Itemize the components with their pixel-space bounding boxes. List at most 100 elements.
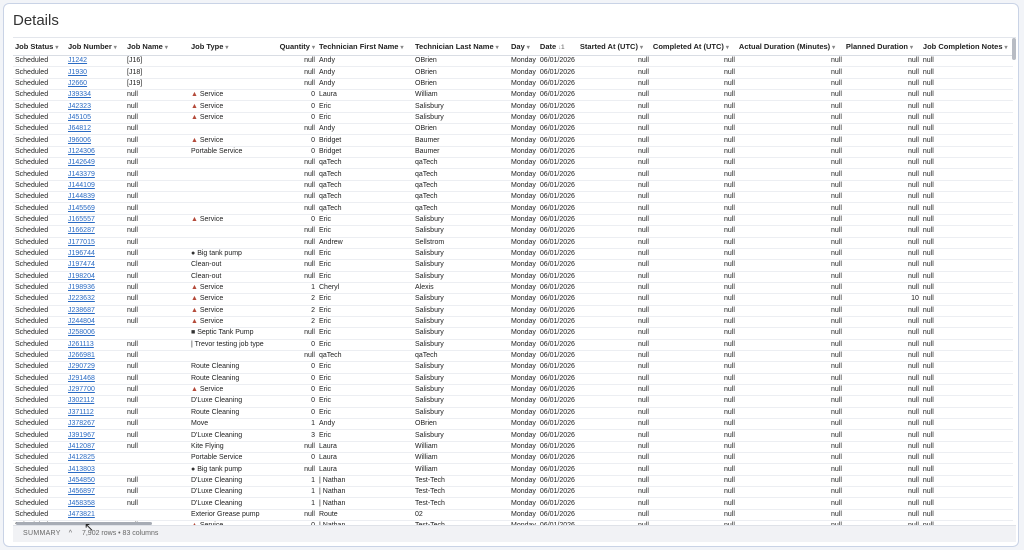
table-cell[interactable]: J261113 [66,339,125,351]
table-cell[interactable]: J297700 [66,384,125,397]
table-row[interactable]: Scheduled J198204 null Clean-out null Eric Sal… [13,271,1013,283]
table-cell[interactable]: J258006 [66,327,125,340]
column-header[interactable]: Actual Duration (Minutes) ▾ [736,38,844,56]
vertical-scrollbar[interactable] [1012,38,1016,60]
table-cell[interactable]: J290729 [66,361,125,374]
chevron-down-icon[interactable]: ▾ [114,45,117,51]
chevron-down-icon[interactable]: ▾ [726,45,729,51]
job-number-link[interactable]: J266981 [68,352,95,359]
job-number-link[interactable]: J261113 [68,341,94,348]
table-row[interactable]: Scheduled J458358 null D'Luxe Cleaning 1 | Na… [13,497,1013,510]
table-cell[interactable]: J1242 [66,55,125,68]
job-number-link[interactable]: J177015 [68,239,95,246]
job-number-link[interactable]: J166287 [68,227,95,234]
job-number-link[interactable]: J96006 [68,137,91,144]
chevron-up-icon[interactable]: ^ [69,530,72,537]
table-row[interactable]: Scheduled J197474 null Clean-out null Eric Sal… [13,259,1013,272]
column-header[interactable]: Job Name ▾ [125,38,189,56]
table-row[interactable]: Scheduled J412087 null Kite Flying null Laura… [13,441,1013,454]
table-row[interactable]: Scheduled J456897 null D'Luxe Cleaning 1 | Na… [13,486,1013,499]
job-number-link[interactable]: J290729 [68,363,95,370]
table-row[interactable]: Scheduled J302112 null D'Luxe Cleaning 0 Eric… [13,395,1013,408]
job-number-link[interactable]: J1930 [68,69,87,76]
table-cell[interactable]: J196744 [66,248,125,261]
job-number-link[interactable]: J297700 [68,386,95,393]
table-cell[interactable]: J302112 [66,395,125,408]
table-cell[interactable]: J378267 [66,418,125,431]
table-row[interactable]: Scheduled J473821 Exterior Grease pump null… [13,509,1013,522]
table-cell[interactable]: J143379 [66,168,125,181]
chevron-down-icon[interactable]: ▾ [165,45,168,51]
job-number-link[interactable]: J412087 [68,443,95,450]
table-cell[interactable]: J2660 [66,78,125,91]
column-header[interactable]: Quantity ▾ [271,38,317,56]
table-row[interactable]: Scheduled J45105 null ▲ Service 0 Eric Salisbu… [13,112,1013,125]
table-cell[interactable]: J64812 [66,123,125,136]
table-row[interactable]: Scheduled J297700 null ▲ Service 0 Eric Salisb… [13,384,1013,397]
chevron-down-icon[interactable]: ▾ [910,45,913,51]
table-row[interactable]: Scheduled J261113 null | Trevor testing job… [13,339,1013,351]
job-number-link[interactable]: J391967 [68,432,95,439]
job-number-link[interactable]: J371112 [68,409,94,416]
job-number-link[interactable]: J1242 [68,57,87,64]
table-row[interactable]: Scheduled J142649 null null qaTech qaTech Mond… [13,157,1013,170]
table-row[interactable]: Scheduled J196744 null ● Big tank pump null E… [13,248,1013,261]
table-cell[interactable]: J144109 [66,180,125,193]
table-row[interactable]: Scheduled J266981 null null qaTech qaTech Mond… [13,350,1013,363]
column-header[interactable]: Job Type ▾ [189,38,271,56]
table-row[interactable]: Scheduled J378267 null Move 1 Andy OBrien Monda… [13,418,1013,431]
table-cell[interactable]: J42323 [66,100,125,113]
table-row[interactable]: Scheduled J1242 [J16] null Andy OBrien Monday 0… [13,55,1013,68]
job-number-link[interactable]: J238687 [68,307,95,314]
table-row[interactable]: Scheduled J64812 null null Andy OBrien Monday 0… [13,123,1013,136]
table-row[interactable]: Scheduled J223632 null ▲ Service 2 Eric Salisb… [13,293,1013,306]
data-grid[interactable]: Job Status ▾ Job Number ▾ Job Name ▾ Job Type ▾… [13,37,1016,526]
table-row[interactable]: Scheduled J238687 null ▲ Service 2 Eric Salisb… [13,305,1013,317]
table-cell[interactable]: J39334 [66,89,125,102]
chevron-down-icon[interactable]: ▾ [400,45,403,51]
table-row[interactable]: Scheduled J290729 null Route Cleaning 0 Eric S… [13,361,1013,374]
job-number-link[interactable]: J45105 [68,114,91,121]
column-header[interactable]: Job Status ▾ [13,38,66,56]
table-cell[interactable]: J1930 [66,66,125,79]
job-number-link[interactable]: J223632 [68,295,95,302]
table-row[interactable]: Scheduled J258006 ■ Septic Tank Pump null Er… [13,327,1013,340]
chevron-down-icon[interactable]: ▾ [312,45,315,51]
job-number-link[interactable]: J456897 [68,488,95,495]
column-header[interactable]: Technician First Name ▾ [317,38,413,56]
table-row[interactable]: Scheduled J166287 null null Eric Salisbury Mon… [13,225,1013,238]
column-header[interactable]: Completed At (UTC) ▾ [650,38,737,56]
table-cell[interactable]: J166287 [66,225,125,238]
sort-indicator-icon[interactable]: ↓1 [558,45,564,51]
table-cell[interactable]: J177015 [66,237,125,249]
table-cell[interactable]: J266981 [66,350,125,363]
job-number-link[interactable]: J458358 [68,500,95,507]
column-header[interactable]: Started At (UTC) ▾ [577,38,651,56]
job-number-link[interactable]: J413803 [68,466,95,473]
table-row[interactable]: Scheduled J198936 null ▲ Service 1 Cheryl Alex… [13,282,1013,295]
table-cell[interactable]: J238687 [66,305,125,317]
table-row[interactable]: Scheduled J2660 [J19] null Andy OBrien Monday 0… [13,78,1013,91]
chevron-down-icon[interactable]: ▾ [496,45,499,51]
table-cell[interactable]: J244804 [66,316,125,329]
job-number-link[interactable]: J258006 [68,329,95,336]
column-header[interactable]: Day ▾ [509,38,538,56]
table-cell[interactable]: J412087 [66,441,125,454]
job-number-link[interactable]: J291468 [68,375,95,382]
table-row[interactable]: Scheduled J143379 null null qaTech qaTech Mond… [13,168,1013,181]
job-number-link[interactable]: J302112 [68,397,94,404]
table-row[interactable]: Scheduled J391967 null D'Luxe Cleaning 3 Eric… [13,429,1013,442]
job-number-link[interactable]: J42323 [68,103,91,110]
table-row[interactable]: Scheduled J244804 null ▲ Service 2 Eric Salisb… [13,316,1013,329]
chevron-down-icon[interactable]: ▾ [55,45,58,51]
table-row[interactable]: Scheduled J124306 null Portable Service 0 Bri… [13,146,1013,159]
job-number-link[interactable]: J454850 [68,477,95,484]
chevron-down-icon[interactable]: ▾ [832,45,835,51]
table-cell[interactable]: J145569 [66,202,125,215]
summary-label[interactable]: SUMMARY [23,530,61,537]
column-header[interactable]: Technician Last Name ▾ [413,38,509,56]
table-cell[interactable]: J413803 [66,463,125,476]
job-number-link[interactable]: J196744 [68,250,95,257]
table-cell[interactable]: J454850 [66,475,125,488]
job-number-link[interactable]: J197474 [68,261,95,268]
